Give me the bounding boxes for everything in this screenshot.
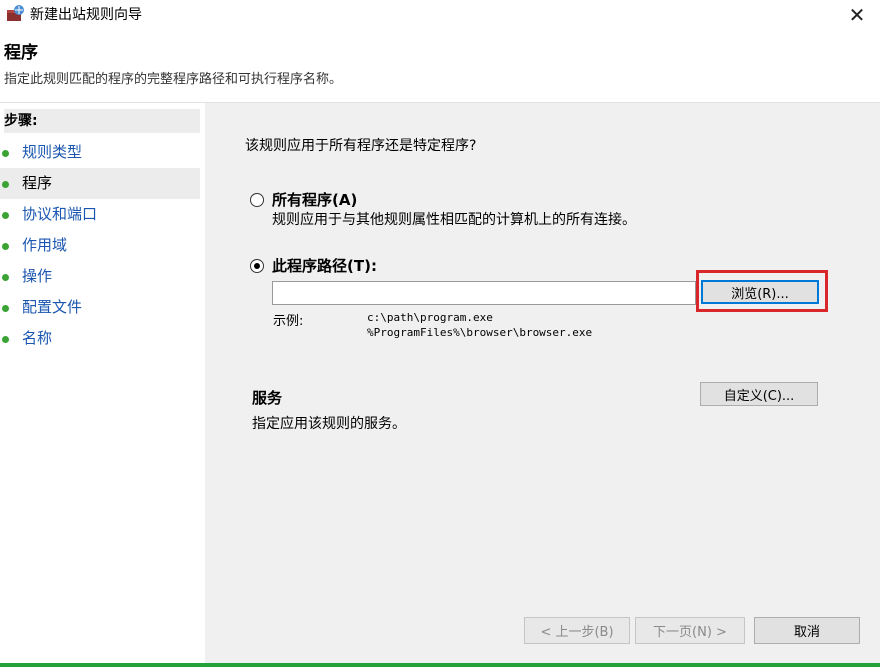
customize-button-label: 自定义(C)... [723, 388, 795, 404]
step-label: 操作 [22, 267, 53, 285]
step-label: 作用域 [22, 236, 68, 254]
example-path-2: %ProgramFiles%\browser\browser.exe [367, 326, 593, 339]
step-label: 名称 [22, 329, 53, 347]
step-scope[interactable]: 作用域 [0, 230, 200, 261]
cancel-button-label: 取消 [793, 625, 820, 640]
wizard-header: 程序 指定此规则匹配的程序的完整程序路径和可执行程序名称。 [0, 30, 880, 103]
next-button-label: 下一页(N) > [653, 625, 727, 640]
step-label: 配置文件 [22, 298, 83, 316]
close-icon: ✕ [848, 3, 866, 27]
program-path-label: 此程序路径(T): [272, 257, 377, 275]
cancel-button[interactable]: 取消 [754, 617, 860, 644]
step-protocol-ports[interactable]: 协议和端口 [0, 199, 200, 230]
title-bar: 新建出站规则向导 ✕ [0, 0, 880, 30]
program-path-radio[interactable] [250, 258, 264, 273]
browse-button-label: 浏览(R)... [731, 286, 789, 302]
page-subtitle: 指定此规则匹配的程序的完整程序路径和可执行程序名称。 [4, 72, 343, 87]
window-title: 新建出站规则向导 [30, 7, 142, 23]
next-button[interactable]: 下一页(N) > [635, 617, 745, 644]
browse-button[interactable]: 浏览(R)... [701, 280, 819, 304]
step-dot-icon [2, 336, 9, 343]
step-list: 规则类型 程序 协议和端口 作用域 操作 配置文件 名称 [0, 137, 200, 354]
example-paths: c:\path\program.exe %ProgramFiles%\brows… [367, 310, 592, 340]
all-programs-label: 所有程序(A) [272, 191, 358, 209]
all-programs-radio[interactable] [250, 192, 264, 207]
steps-sidebar: 步骤: 规则类型 程序 协议和端口 作用域 操作 配置文件 名称 [0, 103, 204, 667]
all-programs-option[interactable]: 所有程序(A) [250, 189, 357, 210]
program-path-option[interactable]: 此程序路径(T): [250, 255, 377, 276]
customize-button[interactable]: 自定义(C)... [700, 382, 818, 406]
back-button-label: < 上一步(B) [540, 625, 614, 640]
close-button[interactable]: ✕ [834, 0, 880, 30]
firewall-app-icon [7, 5, 24, 21]
services-description: 指定应用该规则的服务。 [252, 416, 406, 432]
all-programs-description: 规则应用于与其他规则属性相匹配的计算机上的所有连接。 [272, 212, 636, 228]
step-rule-type[interactable]: 规则类型 [0, 137, 200, 168]
step-action[interactable]: 操作 [0, 261, 200, 292]
scope-question: 该规则应用于所有程序还是特定程序? [245, 138, 477, 154]
bottom-accent-strip [0, 663, 880, 667]
step-dot-icon [2, 274, 9, 281]
steps-header: 步骤: [4, 109, 200, 133]
step-dot-icon [2, 212, 9, 219]
example-path-1: c:\path\program.exe [367, 311, 493, 324]
step-program[interactable]: 程序 [0, 168, 200, 199]
step-dot-icon [2, 243, 9, 250]
main-content: 该规则应用于所有程序还是特定程序? 所有程序(A) 规则应用于与其他规则属性相匹… [205, 103, 880, 665]
step-dot-icon [2, 181, 9, 188]
step-label: 协议和端口 [22, 205, 98, 223]
step-profile[interactable]: 配置文件 [0, 292, 200, 323]
page-title: 程序 [4, 43, 38, 63]
step-label: 程序 [22, 174, 53, 192]
program-path-input[interactable] [272, 281, 696, 305]
step-dot-icon [2, 150, 9, 157]
step-name[interactable]: 名称 [0, 323, 200, 354]
back-button[interactable]: < 上一步(B) [524, 617, 630, 644]
services-title: 服务 [252, 389, 283, 407]
example-label: 示例: [273, 314, 304, 329]
step-dot-icon [2, 305, 9, 312]
step-label: 规则类型 [22, 143, 83, 161]
